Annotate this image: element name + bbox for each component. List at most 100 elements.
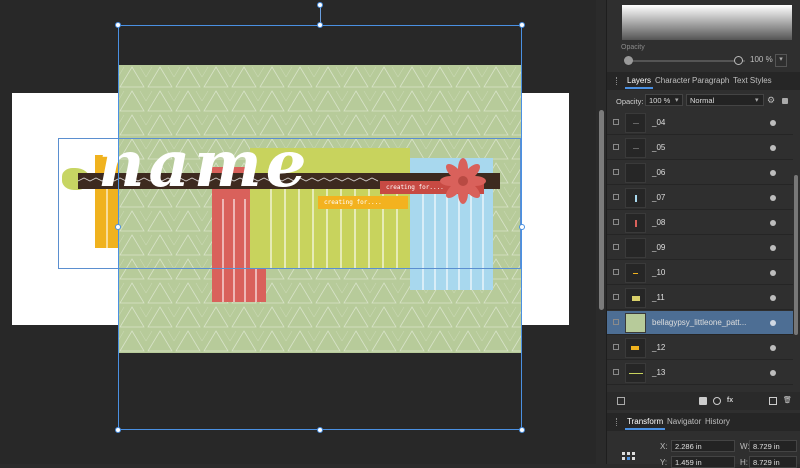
layer-name: _07 bbox=[652, 193, 666, 202]
layer-row[interactable]: _07 bbox=[607, 186, 793, 210]
layer-select-checkbox[interactable] bbox=[613, 294, 619, 300]
tab-text-styles[interactable]: Text Styles bbox=[733, 76, 772, 85]
resize-handle-left[interactable] bbox=[115, 224, 121, 230]
visibility-icon[interactable] bbox=[770, 320, 776, 326]
layer-row[interactable]: _09 bbox=[607, 236, 793, 260]
layer-row[interactable]: bellagypsy_littleone_patt... bbox=[607, 311, 793, 335]
chevron-down-icon[interactable]: ▾ bbox=[775, 54, 787, 67]
rotation-handle[interactable] bbox=[317, 2, 323, 8]
resize-handle-bottom-left[interactable] bbox=[115, 427, 121, 433]
layer-row[interactable]: _08 bbox=[607, 211, 793, 235]
add-layer-icon[interactable] bbox=[769, 397, 777, 405]
tab-navigator[interactable]: Navigator bbox=[667, 417, 701, 426]
layer-thumbnail bbox=[625, 213, 646, 233]
layers-list[interactable]: _04 _05 _06 _07 _08 _09 _10 _11 bellagypsy_littl… bbox=[607, 111, 793, 388]
layer-row[interactable]: _06 bbox=[607, 161, 793, 185]
layer-name: _13 bbox=[652, 368, 666, 377]
opacity-slider-track[interactable] bbox=[627, 60, 745, 62]
layer-select-checkbox[interactable] bbox=[613, 319, 619, 325]
visibility-icon[interactable] bbox=[770, 195, 776, 201]
mask-icon[interactable] bbox=[699, 397, 707, 405]
h-label: H: bbox=[740, 458, 748, 467]
layer-copy-icon[interactable] bbox=[617, 397, 625, 405]
tab-layers[interactable]: Layers bbox=[624, 76, 654, 89]
layer-row[interactable]: _10 bbox=[607, 261, 793, 285]
opacity-slider-thumb[interactable] bbox=[734, 56, 743, 65]
tab-history[interactable]: History bbox=[705, 417, 730, 426]
y-field[interactable]: 1.459 in bbox=[671, 456, 735, 468]
grip-icon[interactable] bbox=[616, 418, 619, 426]
y-label: Y: bbox=[660, 458, 668, 467]
layer-select-checkbox[interactable] bbox=[613, 219, 619, 225]
layer-select-checkbox[interactable] bbox=[613, 269, 619, 275]
resize-handle-top-right[interactable] bbox=[519, 22, 525, 28]
tab-character[interactable]: Character bbox=[655, 76, 690, 85]
layer-row[interactable]: _13 bbox=[607, 361, 793, 385]
x-label: X: bbox=[660, 442, 668, 451]
layer-select-checkbox[interactable] bbox=[613, 369, 619, 375]
layer-select-checkbox[interactable] bbox=[613, 344, 619, 350]
trash-icon[interactable]: 🗑 bbox=[783, 397, 792, 405]
layer-select-checkbox[interactable] bbox=[613, 244, 619, 250]
canvas-vertical-scrollbar[interactable] bbox=[599, 110, 604, 310]
color-opacity-label: Opacity bbox=[621, 44, 645, 51]
color-gradient-preview[interactable] bbox=[622, 5, 792, 40]
layer-name: _06 bbox=[652, 168, 666, 177]
w-field[interactable]: 8.729 in bbox=[749, 440, 797, 452]
visibility-icon[interactable] bbox=[770, 220, 776, 226]
visibility-icon[interactable] bbox=[770, 245, 776, 251]
layer-thumbnail bbox=[625, 363, 646, 383]
grip-icon[interactable] bbox=[616, 77, 619, 85]
visibility-icon[interactable] bbox=[770, 345, 776, 351]
chevron-down-icon[interactable]: ▾ bbox=[755, 96, 759, 104]
layer-name: bellagypsy_littleone_patt... bbox=[652, 318, 747, 327]
document-canvas[interactable]: creating for.... creating for.... name bbox=[0, 0, 596, 464]
visibility-icon[interactable] bbox=[770, 145, 776, 151]
visibility-icon[interactable] bbox=[770, 295, 776, 301]
layer-thumbnail bbox=[625, 113, 646, 133]
visibility-icon[interactable] bbox=[770, 270, 776, 276]
lock-icon[interactable] bbox=[782, 98, 788, 104]
layers-scrollbar[interactable] bbox=[794, 175, 798, 335]
resize-handle-top-left[interactable] bbox=[115, 22, 121, 28]
layer-name: _04 bbox=[652, 118, 666, 127]
layer-thumbnail bbox=[625, 238, 646, 258]
resize-handle-right[interactable] bbox=[519, 224, 525, 230]
gear-icon[interactable]: ⚙ bbox=[767, 95, 775, 106]
layer-thumbnail bbox=[625, 138, 646, 158]
layer-row[interactable]: _04 bbox=[607, 111, 793, 135]
resize-handle-bottom[interactable] bbox=[317, 427, 323, 433]
adjustment-icon[interactable] bbox=[713, 397, 721, 405]
anchor-point-grid[interactable] bbox=[622, 452, 636, 462]
visibility-icon[interactable] bbox=[770, 370, 776, 376]
blend-mode-select[interactable]: Normal bbox=[686, 94, 764, 106]
layer-row[interactable]: _12 bbox=[607, 336, 793, 360]
visibility-icon[interactable] bbox=[770, 170, 776, 176]
layer-name: _12 bbox=[652, 343, 666, 352]
visibility-icon[interactable] bbox=[770, 120, 776, 126]
layer-select-checkbox[interactable] bbox=[613, 144, 619, 150]
tab-transform[interactable]: Transform bbox=[624, 417, 666, 430]
layer-thumbnail bbox=[625, 188, 646, 208]
layer-thumbnail bbox=[625, 338, 646, 358]
tab-paragraph[interactable]: Paragraph bbox=[692, 76, 729, 85]
color-opacity-value[interactable]: 100 % bbox=[750, 55, 773, 64]
fx-icon[interactable]: fx bbox=[726, 397, 734, 405]
layer-thumbnail bbox=[625, 313, 646, 333]
layer-select-checkbox[interactable] bbox=[613, 169, 619, 175]
h-field[interactable]: 8.729 in bbox=[749, 456, 797, 468]
layer-select-checkbox[interactable] bbox=[613, 194, 619, 200]
layer-row[interactable]: _05 bbox=[607, 136, 793, 160]
chevron-down-icon[interactable]: ▾ bbox=[675, 96, 679, 104]
layer-name: _10 bbox=[652, 268, 666, 277]
layer-name: _09 bbox=[652, 243, 666, 252]
layer-row[interactable]: _11 bbox=[607, 286, 793, 310]
layer-select-checkbox[interactable] bbox=[613, 119, 619, 125]
layers-toolbar: fx 🗑 bbox=[607, 392, 800, 410]
resize-handle-top[interactable] bbox=[317, 22, 323, 28]
studio-panel: Opacity 100 % ▾ Layers Character Paragra… bbox=[606, 0, 800, 468]
resize-handle-bottom-right[interactable] bbox=[519, 427, 525, 433]
x-field[interactable]: 2.286 in bbox=[671, 440, 735, 452]
layer-name: _11 bbox=[652, 293, 665, 302]
selection-bounding-box[interactable] bbox=[118, 25, 522, 430]
